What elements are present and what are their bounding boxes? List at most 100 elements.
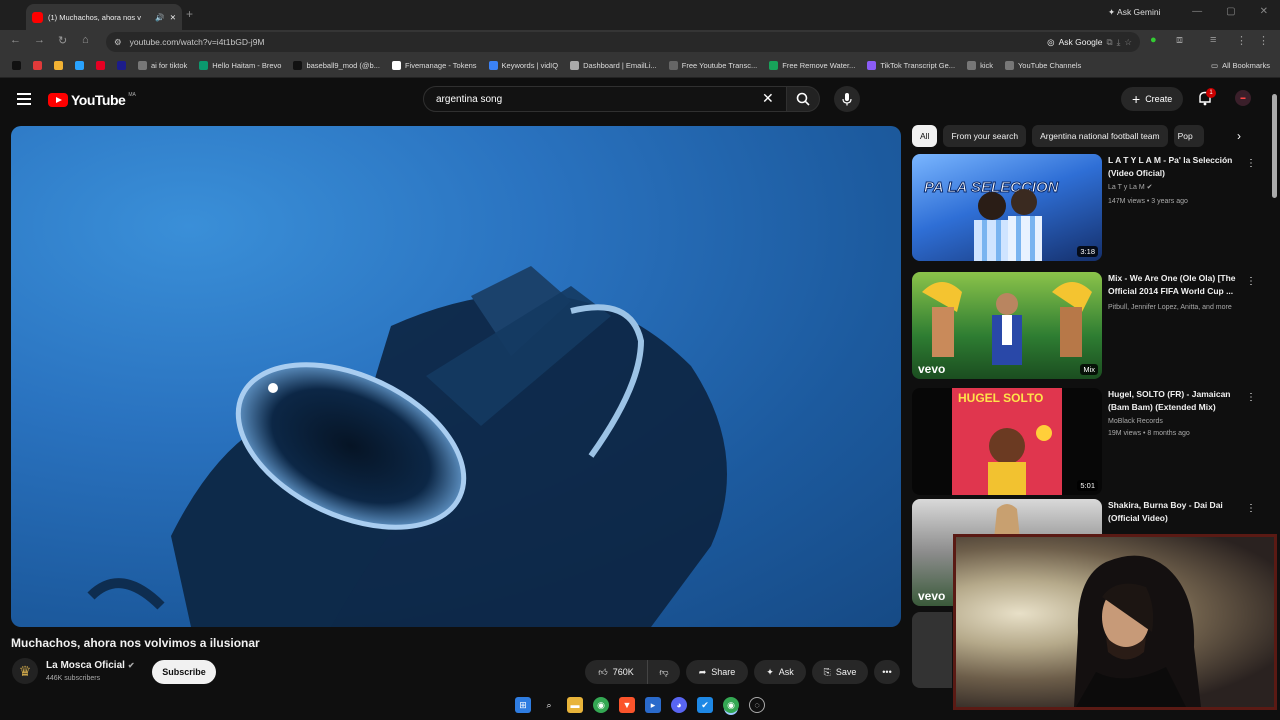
media-icon[interactable]: ≡ bbox=[1210, 34, 1216, 46]
share-button[interactable]: ➦ Share bbox=[686, 660, 748, 684]
bookmark-icon-item[interactable] bbox=[111, 61, 132, 70]
recommendation-channel[interactable]: La T y La M ✔ bbox=[1108, 182, 1256, 194]
account-avatar[interactable]: ▬ bbox=[1235, 90, 1251, 106]
recommendation-title[interactable]: Hugel, SOLTO (FR) - Jamaican (Bam Bam) (… bbox=[1108, 388, 1244, 414]
save-bookmark-icon: ⎘ bbox=[823, 666, 831, 677]
bookmark-item[interactable]: Free Youtube Transc... bbox=[663, 61, 763, 70]
more-vertical-icon[interactable]: ⋮ bbox=[1246, 503, 1256, 514]
extensions-puzzle-icon[interactable]: ⧈ bbox=[1176, 34, 1183, 47]
recommendation-channel[interactable]: Pitbull, Jennifer Lopez, Anitta, and mor… bbox=[1108, 302, 1256, 314]
chrome-icon[interactable]: ◉ bbox=[593, 697, 609, 713]
chips-next-chevron-icon[interactable]: › bbox=[1237, 129, 1241, 143]
translate-icon[interactable]: ⧉ bbox=[1107, 37, 1113, 48]
bookmark-item[interactable]: TikTok Transcript Ge... bbox=[861, 61, 961, 70]
maximize-icon[interactable]: ▢ bbox=[1226, 6, 1235, 17]
bookmark-label: YouTube Channels bbox=[1017, 61, 1082, 70]
browser-menu-icon[interactable]: ⋮ bbox=[1258, 34, 1269, 47]
bookmark-item[interactable]: Free Remove Water... bbox=[763, 61, 861, 70]
subscriber-count: 446K subscribers bbox=[46, 675, 101, 682]
tab-close-icon[interactable]: ✕ bbox=[170, 13, 176, 22]
address-bar[interactable]: ⚙ youtube.com/watch?v=i4t1bGD-j9M ◎ Ask … bbox=[106, 32, 1140, 52]
url-text: youtube.com/watch?v=i4t1bGD-j9M bbox=[129, 37, 265, 47]
save-button[interactable]: ⎘ Save bbox=[812, 660, 868, 684]
bookmark-item[interactable]: Dashboard | EmailLi... bbox=[564, 61, 663, 70]
bookmark-item[interactable]: YouTube Channels bbox=[999, 61, 1087, 70]
discord-icon[interactable]: ◕ bbox=[671, 697, 687, 713]
chip-argentina-national-team[interactable]: Argentina national football team bbox=[1032, 125, 1168, 147]
ask-google-button[interactable]: ◎ Ask Google ⧉ ⤓ ☆ bbox=[1047, 37, 1132, 48]
video-player[interactable] bbox=[11, 126, 901, 627]
bookmark-item[interactable]: Keywords | vidIQ bbox=[483, 61, 565, 70]
channel-name[interactable]: La Mosca Oficial ✔ bbox=[46, 660, 135, 671]
ask-button[interactable]: ✦ Ask bbox=[754, 660, 806, 684]
speaker-icon[interactable]: 🔊 bbox=[155, 13, 164, 22]
bookmark-item[interactable]: Fivemanage - Tokens bbox=[386, 61, 483, 70]
recommendation-meta: 19M views • 8 months ago bbox=[1108, 430, 1190, 437]
more-vertical-icon[interactable]: ⋮ bbox=[1246, 276, 1256, 287]
folder-icon: ▭ bbox=[1210, 61, 1219, 70]
recommendation-item[interactable]: HUGEL SOLTO 5:01 Hugel, SOLTO (FR) - Jam… bbox=[912, 388, 1266, 498]
search-input[interactable]: argentina song bbox=[423, 86, 789, 112]
back-icon[interactable]: ← bbox=[10, 34, 21, 46]
site-info-icon[interactable]: ⚙ bbox=[114, 37, 122, 48]
taskbar-search-icon[interactable]: ⌕ bbox=[541, 697, 557, 713]
obs-icon[interactable]: ◌ bbox=[749, 697, 765, 713]
extension-icon[interactable]: ● bbox=[1150, 34, 1157, 46]
bookmark-icon-item[interactable] bbox=[90, 61, 111, 70]
video-thumbnail[interactable]: HUGEL SOLTO 5:01 bbox=[912, 388, 1102, 495]
install-icon[interactable]: ⤓ bbox=[1117, 37, 1121, 48]
bookmark-star-icon[interactable]: ☆ bbox=[1124, 37, 1132, 48]
chrome-active-icon[interactable]: ◉ bbox=[723, 697, 739, 713]
recommendation-channel[interactable]: MoBlack Records bbox=[1108, 416, 1256, 428]
bookmark-favicon-icon bbox=[293, 61, 303, 70]
recommendation-title[interactable]: Shakira, Burna Boy - Dai Dai (Official V… bbox=[1108, 499, 1244, 525]
bookmark-item[interactable]: kick bbox=[961, 61, 999, 70]
forward-icon[interactable]: → bbox=[34, 34, 45, 46]
more-vertical-icon[interactable]: ⋮ bbox=[1246, 158, 1256, 169]
bookmark-icon-item[interactable] bbox=[6, 61, 27, 70]
more-vertical-icon[interactable]: ⋮ bbox=[1246, 392, 1256, 403]
bookmark-icon-item[interactable] bbox=[69, 61, 90, 70]
video-thumbnail[interactable]: PA LA SELECCION 3:18 bbox=[912, 154, 1102, 261]
bookmark-item[interactable]: baseball9_mod (@b... bbox=[287, 61, 386, 70]
youtube-logo[interactable]: YouTube MA bbox=[48, 92, 136, 108]
voice-search-button[interactable] bbox=[834, 86, 860, 112]
minimize-icon[interactable]: — bbox=[1192, 6, 1202, 17]
reload-icon[interactable]: ↻ bbox=[58, 34, 67, 47]
new-tab-button[interactable]: + bbox=[186, 7, 193, 21]
chip-from-your-search[interactable]: From your search bbox=[943, 125, 1027, 147]
clear-search-icon[interactable]: ✕ bbox=[762, 90, 774, 107]
menu-hamburger-icon[interactable] bbox=[17, 93, 31, 105]
video-thumbnail[interactable] bbox=[912, 612, 952, 688]
chip-all[interactable]: All bbox=[912, 125, 938, 147]
bookmark-item[interactable]: ai for tiktok bbox=[132, 61, 193, 70]
channel-avatar[interactable]: ♛ bbox=[12, 658, 38, 684]
bookmark-item[interactable]: Hello Haitam - Brevo bbox=[193, 61, 287, 70]
like-button[interactable]: 👍︎ 760K bbox=[585, 660, 647, 684]
create-button[interactable]: + Create bbox=[1121, 87, 1184, 111]
all-bookmarks-button[interactable]: ▭ All Bookmarks bbox=[1211, 61, 1270, 70]
recommendation-item[interactable]: vevo Mix Mix - We Are One (Ole Ola) [The… bbox=[912, 272, 1266, 382]
bookmark-icon-item[interactable] bbox=[27, 61, 48, 70]
chip-pop[interactable]: Pop bbox=[1173, 125, 1204, 147]
close-window-icon[interactable]: ✕ bbox=[1260, 6, 1268, 17]
recommendation-title[interactable]: L A T Y L A M - Pa' la Selección (Video … bbox=[1108, 154, 1244, 180]
profile-icon[interactable]: ⋮ bbox=[1236, 34, 1247, 47]
more-actions-button[interactable]: ••• bbox=[874, 660, 900, 684]
recommendation-item[interactable]: PA LA SELECCION 3:18 L A T Y L A M - Pa'… bbox=[912, 154, 1266, 264]
search-button[interactable] bbox=[786, 86, 820, 112]
video-thumbnail[interactable]: vevo Mix bbox=[912, 272, 1102, 379]
brave-icon[interactable]: ▼ bbox=[619, 697, 635, 713]
recommendation-title[interactable]: Mix - We Are One (Ole Ola) [The Official… bbox=[1108, 272, 1244, 298]
windows-start-icon[interactable]: ⊞ bbox=[515, 697, 531, 713]
file-explorer-icon[interactable]: ▬ bbox=[567, 697, 583, 713]
bookmark-icon-item[interactable] bbox=[48, 61, 69, 70]
checkmark-app-icon[interactable]: ✔ bbox=[697, 697, 713, 713]
subscribe-button[interactable]: Subscribe bbox=[152, 660, 216, 684]
home-icon[interactable]: ⌂ bbox=[82, 34, 89, 46]
app-icon[interactable]: ▸ bbox=[645, 697, 661, 713]
ask-gemini-button[interactable]: ✦ Ask Gemini bbox=[1108, 7, 1161, 18]
browser-tab[interactable]: (1) Muchachos, ahora nos v 🔊 ✕ bbox=[26, 4, 182, 30]
dislike-button[interactable]: 👎︎ bbox=[647, 660, 680, 684]
scrollbar-thumb[interactable] bbox=[1272, 94, 1277, 198]
